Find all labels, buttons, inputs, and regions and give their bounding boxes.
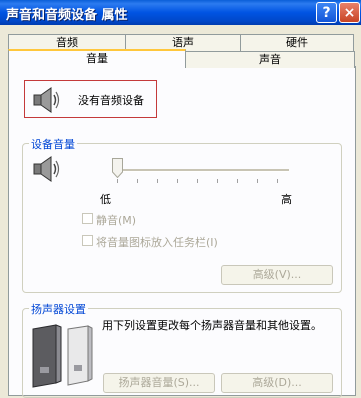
slider-tick [117,179,118,183]
speaker-icon [33,87,60,113]
slider-tick [257,179,258,183]
slider-tick [237,179,238,183]
slider-tick [137,179,138,183]
speaker-settings-title: 扬声器设置 [29,301,88,317]
device-name: 没有音频设备 [78,94,144,107]
speaker-settings-description: 用下列设置更改每个扬声器音量和其他设置。 [102,319,322,332]
slider-tick [277,179,278,183]
tab-sounds[interactable]: 声音 [185,51,355,68]
help-button[interactable]: ? [316,2,337,23]
slider-low-label: 低 [100,193,111,206]
slider-tick [157,179,158,183]
tab-volume[interactable]: 音量 [8,49,186,68]
mute-label: 静音(M) [96,214,137,227]
speaker-volume-button[interactable]: 扬声器音量(S)... [103,373,215,393]
volume-advanced-button[interactable]: 高级(V)... [221,265,333,285]
speaker-advanced-button[interactable]: 高级(D)... [221,373,333,393]
tray-icon-label: 将音量图标放入任务栏(I) [96,236,218,249]
volume-speaker-icon [33,156,60,182]
mute-checkbox[interactable] [82,213,93,224]
volume-slider-thumb[interactable] [112,158,123,178]
title-bar[interactable]: 声音和音频设备 属性 ? × [0,0,361,25]
close-button[interactable]: × [339,2,360,23]
speakers-icon [32,324,93,388]
window-title: 声音和音频设备 属性 [6,8,128,23]
slider-tick [177,179,178,183]
volume-slider-track[interactable] [119,169,289,172]
device-volume-title: 设备音量 [29,136,77,152]
slider-tick [197,179,198,183]
device-box: 没有音频设备 [24,80,157,118]
slider-high-label: 高 [281,193,292,206]
tray-icon-checkbox[interactable] [82,235,93,246]
tab-hardware[interactable]: 硬件 [240,34,354,51]
slider-tick [217,179,218,183]
